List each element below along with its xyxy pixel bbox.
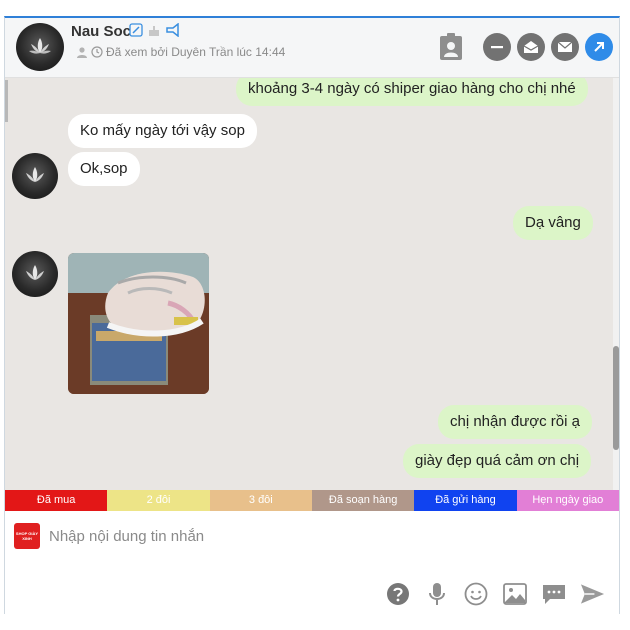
lotus-avatar-icon: [26, 167, 44, 182]
seen-status: Đã xem bởi Duyên Trần lúc 14:44: [76, 45, 285, 59]
chat-scrollbar[interactable]: [613, 78, 619, 491]
voice-button[interactable]: [424, 581, 449, 606]
message-incoming[interactable]: Ok,sop: [68, 152, 140, 186]
chat-window: Nau Soc Đã xem bởi Duyên Trần lúc 14:44: [4, 16, 620, 614]
chat-header: Nau Soc Đã xem bởi Duyên Trần lúc 14:44: [5, 18, 619, 78]
scroll-thumb[interactable]: [613, 346, 619, 450]
user-icon: [77, 47, 87, 58]
arrow-up-right-icon: [594, 42, 604, 52]
open-mail-button[interactable]: [517, 33, 545, 61]
message-outgoing[interactable]: Dạ vâng: [513, 206, 593, 240]
left-scroll-indicator: [5, 80, 8, 122]
tag-da-gui-hang[interactable]: Đã gửi hàng: [414, 490, 517, 511]
header-actions: [437, 32, 613, 62]
message-outgoing[interactable]: giày đẹp quá cảm ơn chị: [403, 444, 592, 478]
status-tag-bar: Đã mua 2 đôi 3 đôi Đã soạn hàng Đã gửi h…: [5, 490, 619, 511]
megaphone-icon[interactable]: [165, 23, 181, 37]
sender-avatar[interactable]: [12, 251, 58, 297]
chat-app: Nau Soc Đã xem bởi Duyên Trần lúc 14:44: [0, 0, 630, 630]
message-outgoing[interactable]: chị nhận được rồi ạ: [438, 405, 592, 439]
envelope-icon: [557, 41, 573, 52]
shop-logo: SHOP GIÀY XINH: [14, 523, 40, 549]
contact-badges: [129, 23, 181, 37]
mail-open-icon: [523, 41, 539, 53]
lotus-avatar-icon: [26, 265, 44, 280]
help-icon: [386, 582, 409, 605]
emoji-button[interactable]: [463, 581, 488, 606]
image-icon: [502, 582, 527, 605]
message-input[interactable]: [49, 521, 589, 551]
message-incoming[interactable]: Ko mấy ngày tới vậy sop: [68, 114, 257, 148]
send-button[interactable]: [580, 581, 605, 606]
minus-icon: [491, 46, 503, 49]
tag-3-doi[interactable]: 3 đôi: [209, 490, 312, 511]
contact-avatar[interactable]: [16, 23, 64, 71]
message-list[interactable]: khoảng 3-4 ngày có shiper giao hàng cho …: [5, 78, 613, 491]
tag-2-doi[interactable]: 2 đôi: [107, 490, 210, 511]
image-upload-button[interactable]: [502, 581, 527, 606]
cake-icon: [149, 26, 159, 36]
help-button[interactable]: [385, 581, 410, 606]
composer: SHOP GIÀY XINH: [5, 511, 619, 614]
quick-reply-button[interactable]: [541, 581, 566, 606]
composer-toolbar: [385, 581, 605, 606]
minimize-button[interactable]: [483, 33, 511, 61]
shop-logo-text: SHOP GIÀY XINH: [15, 531, 39, 541]
contact-name[interactable]: Nau Soc: [71, 23, 131, 40]
tag-da-soan-hang[interactable]: Đã soạn hàng: [311, 490, 415, 511]
tag-da-mua[interactable]: Đã mua: [5, 490, 108, 511]
clock-icon: [91, 46, 103, 58]
mail-button[interactable]: [551, 33, 579, 61]
seen-text: Đã xem bởi Duyên Trần lúc 14:44: [106, 45, 286, 59]
contact-card-button[interactable]: [437, 32, 465, 62]
send-icon: [580, 583, 605, 604]
comment-icon: [542, 584, 565, 604]
open-external-button[interactable]: [585, 33, 613, 61]
message-image[interactable]: [68, 253, 209, 394]
contact-card-icon: [440, 33, 462, 60]
sender-avatar[interactable]: [12, 153, 58, 199]
message-outgoing[interactable]: khoảng 3-4 ngày có shiper giao hàng cho …: [236, 78, 588, 106]
sneaker-photo: [68, 253, 209, 394]
microphone-icon: [428, 582, 445, 605]
smile-icon: [464, 582, 487, 605]
lotus-avatar-icon: [29, 38, 51, 54]
edit-pencil-icon[interactable]: [129, 23, 143, 37]
tag-hen-ngay-giao[interactable]: Hẹn ngày giao: [516, 490, 619, 511]
